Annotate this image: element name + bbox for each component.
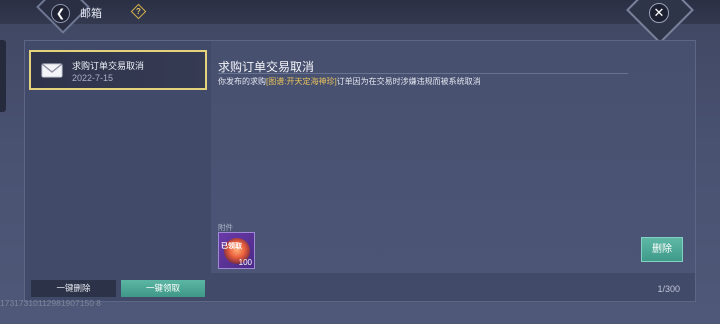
side-tab[interactable]	[0, 40, 6, 112]
help-icon: ?	[136, 7, 141, 16]
mail-body-item-link[interactable]: [图谱:开天定海神珍]	[266, 77, 337, 86]
mail-list: 求购订单交易取消 2022-7-15	[25, 41, 211, 273]
mail-body-prefix: 你发布的求购	[218, 77, 266, 86]
attachment-quantity: 100	[238, 258, 252, 267]
back-button[interactable]: ❮	[51, 4, 70, 23]
close-button[interactable]: ✕	[649, 3, 669, 23]
mail-count: 1/300	[657, 284, 680, 294]
back-arrow-icon: ❮	[55, 8, 66, 20]
claim-all-button[interactable]: 一键领取	[121, 280, 205, 297]
mail-body-suffix: 订单因为在交易时涉嫌违规而被系统取消	[336, 77, 481, 86]
delete-all-button[interactable]: 一键删除	[31, 280, 116, 297]
mail-list-item[interactable]: 求购订单交易取消 2022-7-15	[29, 50, 207, 90]
title-divider	[218, 73, 628, 74]
delete-button[interactable]: 删除	[641, 237, 683, 262]
page-title: 邮箱	[80, 8, 102, 20]
mail-item-date: 2022-7-15	[72, 73, 114, 83]
attachment-slot[interactable]: 已领取 100	[218, 232, 255, 269]
attachment-claimed-tag: 已领取	[221, 243, 242, 250]
mail-item-subject: 求购订单交易取消	[72, 61, 145, 71]
close-x-icon: ✕	[653, 5, 665, 20]
mail-body: 你发布的求购[图谱:开天定海神珍]订单因为在交易时涉嫌违规而被系统取消	[218, 76, 481, 87]
bottom-bar: 一键删除 一键领取 1/300	[25, 273, 695, 301]
mail-panel: 求购订单交易取消 2022-7-15 求购订单交易取消 你发布的求购[图谱:开天…	[24, 40, 696, 302]
mail-detail: 求购订单交易取消 你发布的求购[图谱:开天定海神珍]订单因为在交易时涉嫌违规而被…	[211, 41, 695, 273]
top-bar	[0, 0, 720, 24]
envelope-icon	[41, 63, 63, 78]
player-uid: 17317310112981907150 8	[0, 298, 102, 308]
